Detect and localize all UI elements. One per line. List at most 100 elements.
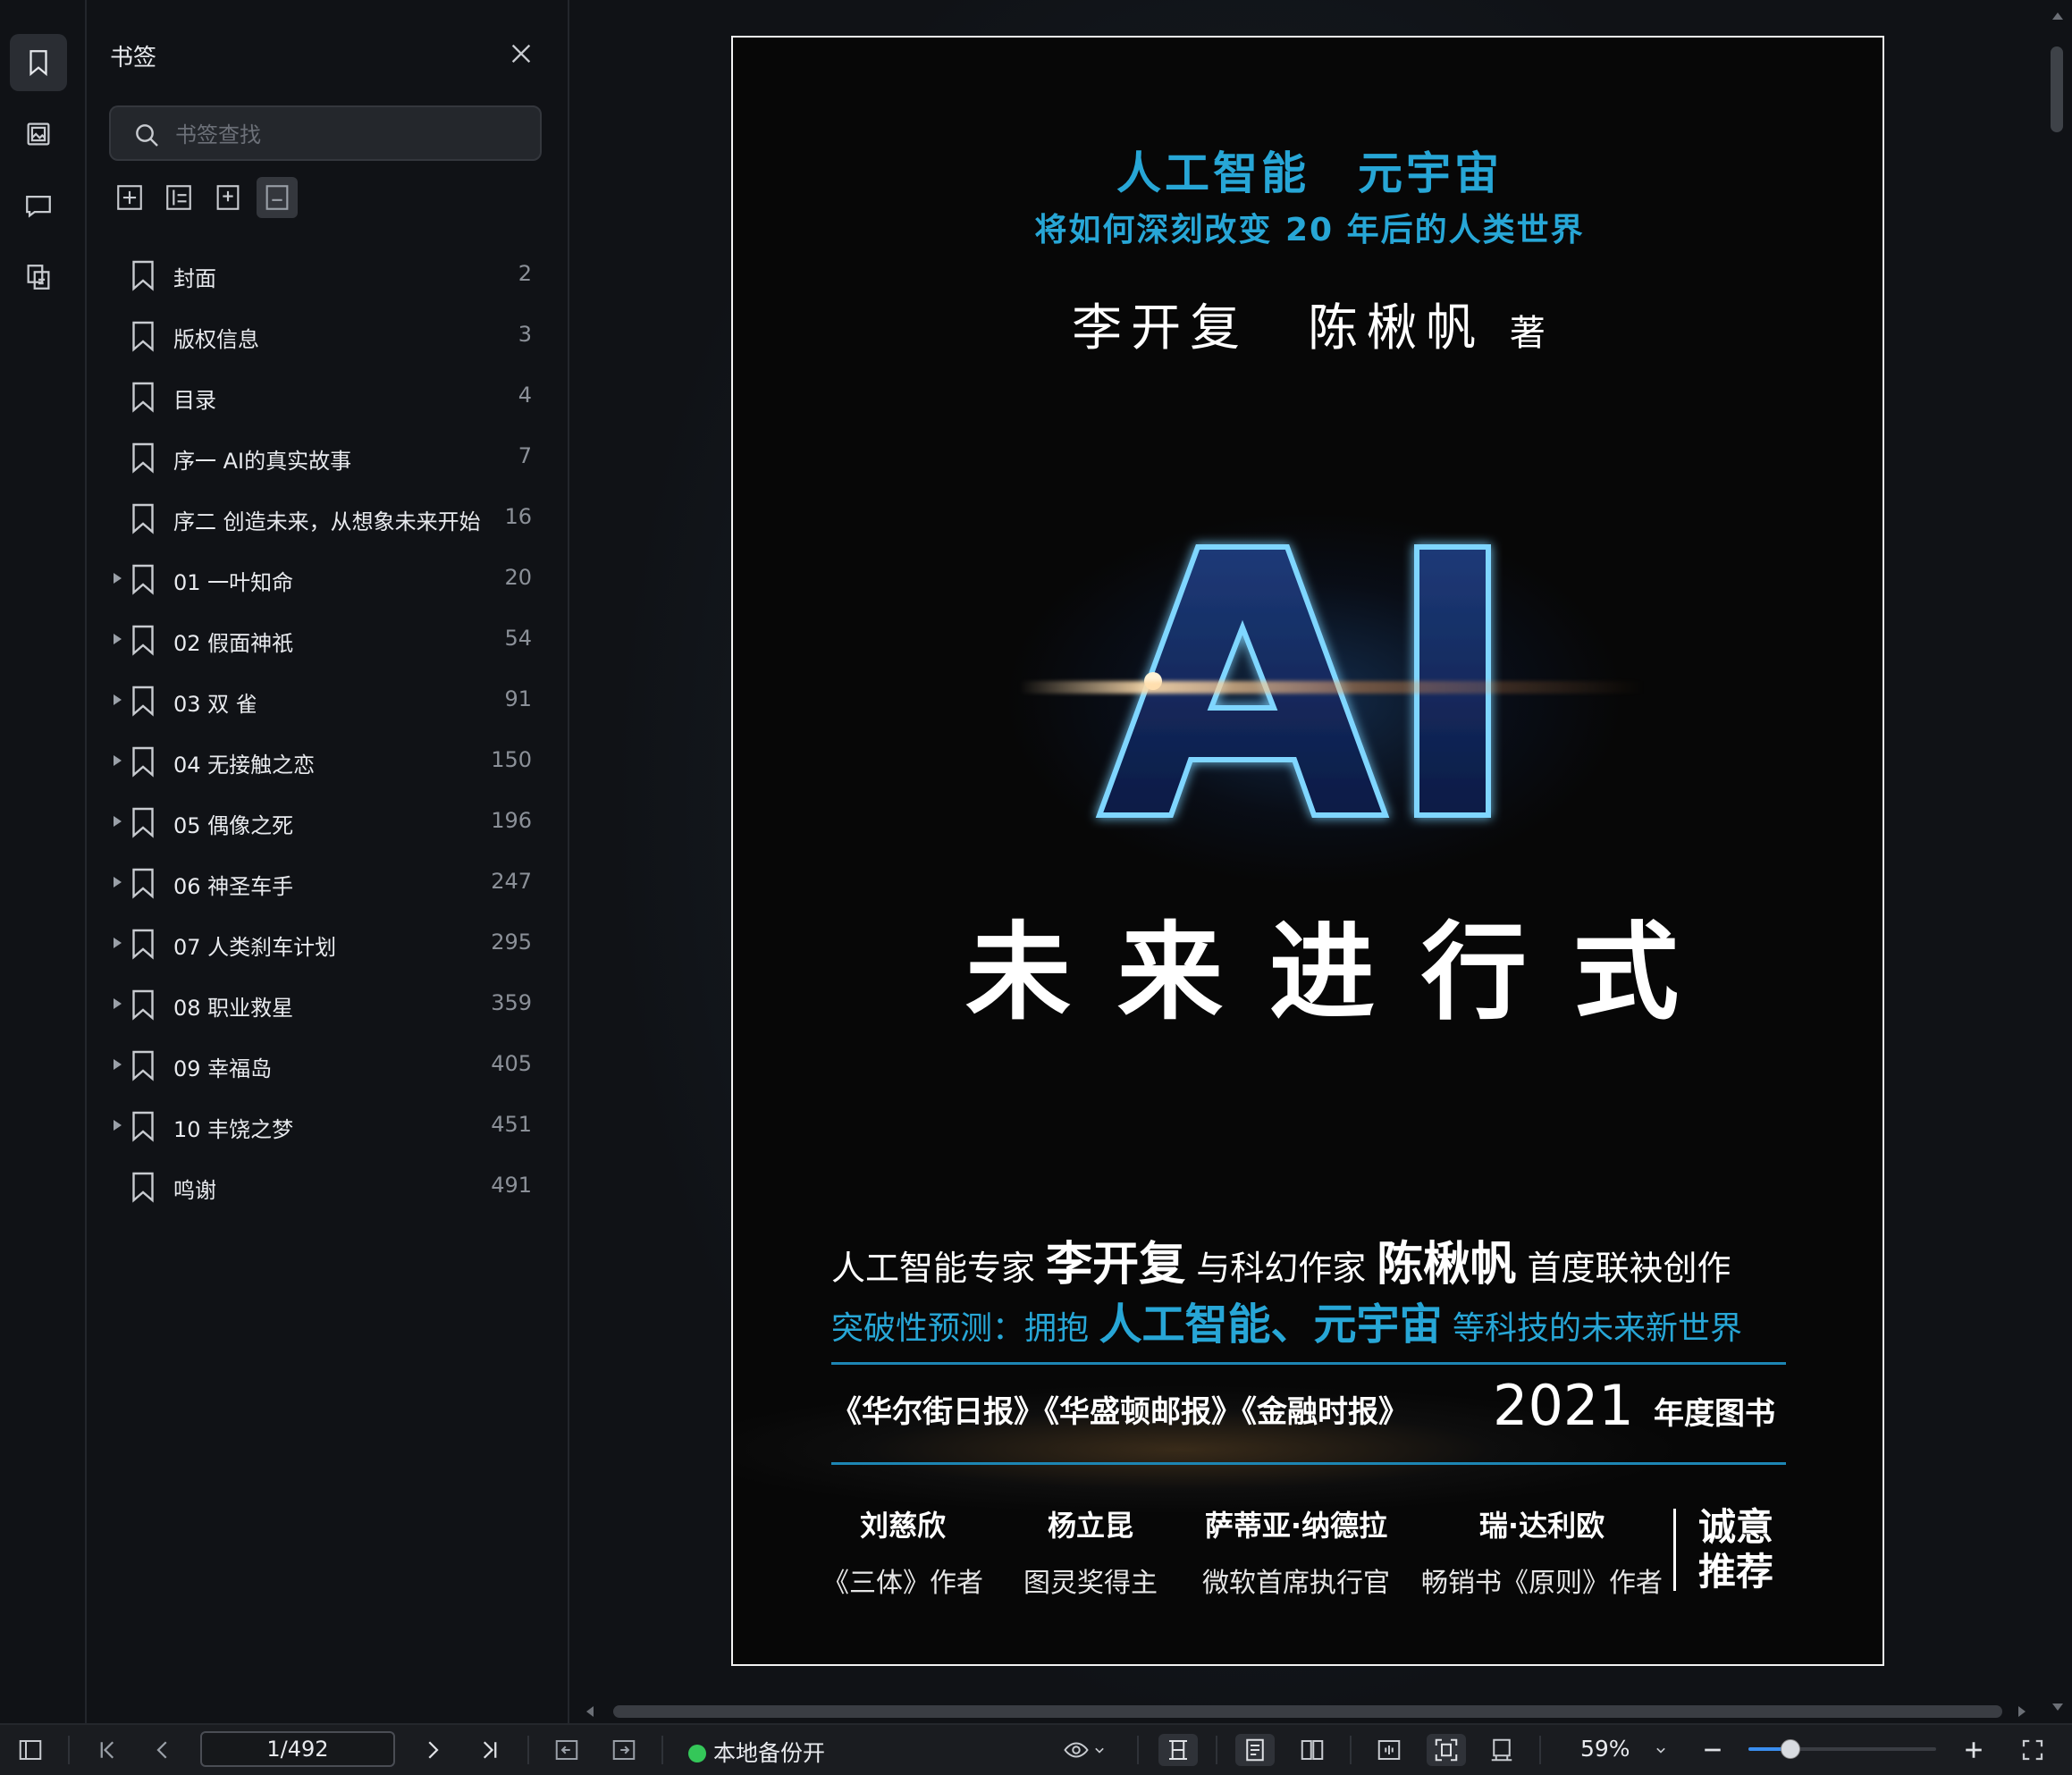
remove-bookmark-button[interactable] [257,177,298,218]
bookmark-label: 02 假面神祇 [173,631,294,656]
bookmark-page-number: 150 [491,747,532,772]
expand-arrow-icon[interactable] [114,755,122,766]
tagline-1-d: 陈楸帆 [1377,1238,1517,1291]
cover-line2: 将如何深刻改变 20 年后的人类世界 [1034,212,1585,248]
expand-arrow-icon[interactable] [114,634,122,644]
bookmark-page-number: 405 [491,1051,532,1076]
previous-page-button[interactable] [147,1734,179,1766]
toggle-sidebar-button[interactable] [14,1734,46,1766]
bookmark-search [109,105,542,161]
add-child-bookmark-icon [166,185,191,210]
next-page-button[interactable] [417,1734,449,1766]
expand-arrow-icon[interactable] [114,694,122,705]
bookmark-page-number: 359 [491,990,532,1015]
horizontal-scrollbar[interactable] [613,1705,2002,1718]
expand-arrow-icon[interactable] [114,998,122,1009]
bookmark-icon [132,807,154,838]
recommender: 萨蒂亚·纳德拉 微软首席执行官 [1184,1503,1408,1600]
scroll-left-arrow[interactable] [586,1706,594,1717]
view-mode-dropdown[interactable] [1091,1734,1108,1766]
add-child-bookmark-button[interactable] [158,177,199,218]
single-page-icon [1246,1738,1264,1762]
go-back-button[interactable] [551,1734,583,1766]
actual-size-button[interactable] [1373,1734,1405,1766]
vertical-scrollbar[interactable] [2051,46,2063,132]
bookmark-icon [132,868,154,899]
separator [68,1736,70,1764]
local-backup-status[interactable]: 本地备份开 [688,1736,825,1768]
expand-arrow-icon[interactable] [114,816,122,827]
zoom-in-button[interactable] [1958,1734,1990,1766]
scroll-right-arrow[interactable] [2018,1706,2026,1717]
rotate-page-button[interactable] [1486,1734,1518,1766]
rail-thumbnails-button[interactable] [10,105,67,163]
fullscreen-button[interactable] [2017,1734,2049,1766]
rail-attachments-button[interactable] [10,248,67,306]
bookmark-page-number: 451 [491,1112,532,1137]
rail-bookmarks-button[interactable] [10,34,67,91]
bookmark-icon [132,564,154,595]
bookmark-page-number: 491 [491,1173,532,1198]
recommender-desc: 畅销书《原则》作者 [1421,1568,1663,1599]
bookmark-item[interactable]: 09 幸福岛 405 [87,1035,568,1096]
bookmark-item[interactable]: 05 偶像之死 196 [87,792,568,853]
fit-page-button[interactable] [1427,1734,1466,1766]
page-number-input[interactable]: 1/492 [200,1731,395,1767]
zoom-out-button[interactable] [1697,1734,1729,1766]
expand-arrow-icon[interactable] [114,1059,122,1070]
bookmark-item[interactable]: 版权信息 3 [87,306,568,366]
bookmark-icon [132,625,154,656]
separator [1137,1736,1139,1764]
expand-arrow-icon[interactable] [114,573,122,584]
rail-comments-button[interactable] [10,177,67,234]
insert-bookmark-button[interactable] [207,177,248,218]
scroll-up-arrow[interactable] [2052,13,2063,20]
minus-icon [1705,1748,1721,1752]
last-page-button[interactable] [474,1734,506,1766]
bookmark-item[interactable]: 01 一叶知命 20 [87,549,568,610]
bookmark-search-input[interactable] [173,116,535,154]
recommender-name: 刘慈欣 [859,1509,946,1543]
bookmark-item[interactable]: 序二 创造未来，从想象未来开始 16 [87,488,568,549]
bookmark-icon [132,382,154,413]
expand-arrow-icon[interactable] [114,877,122,888]
bookmark-item[interactable]: 06 神圣车手 247 [87,853,568,913]
bookmark-item[interactable]: 10 丰饶之梦 451 [87,1096,568,1157]
two-page-button[interactable] [1296,1734,1328,1766]
scroll-down-arrow[interactable] [2052,1703,2063,1711]
expand-arrow-icon[interactable] [114,1120,122,1131]
bookmark-item[interactable]: 03 双 雀 91 [87,670,568,731]
bookmark-item[interactable]: 08 职业救星 359 [87,974,568,1035]
bookmark-label: 03 双 雀 [173,692,257,717]
zoom-slider-knob[interactable] [1781,1739,1801,1759]
fit-width-button[interactable] [1158,1734,1198,1766]
single-page-button[interactable] [1235,1734,1275,1766]
bookmark-label: 序二 创造未来，从想象未来开始 [173,509,481,534]
cover-book-of-year: 年度图书 [1654,1396,1775,1432]
bookmark-item[interactable]: 鸣谢 491 [87,1157,568,1217]
bookmark-label: 封面 [173,266,216,291]
zoom-level[interactable]: 59% [1580,1736,1630,1762]
bookmark-icon [132,442,154,474]
go-forward-button[interactable] [608,1734,640,1766]
authors-suffix: 著 [1509,313,1547,354]
zoom-slider[interactable] [1748,1739,1936,1759]
cover-main-title: 未来进行式 [964,911,1725,1034]
document-page: 人工智能 元宇宙 将如何深刻改变 20 年后的人类世界 李开复 陈楸帆 著 AI… [731,36,1884,1666]
add-bookmark-button[interactable] [109,177,150,218]
bookmark-item[interactable]: 02 假面神祇 54 [87,610,568,670]
bookmark-item[interactable]: 04 无接触之恋 150 [87,731,568,792]
bookmark-page-number: 3 [518,322,532,347]
bookmark-item[interactable]: 07 人类刹车计划 295 [87,913,568,974]
bookmark-item[interactable]: 序一 AI的真实故事 7 [87,427,568,488]
close-icon[interactable] [507,39,535,68]
tagline-2-b: 人工智能、元宇宙 [1099,1300,1443,1350]
first-page-button[interactable] [91,1734,123,1766]
bookmark-item[interactable]: 封面 2 [87,245,568,306]
recommender-name: 萨蒂亚·纳德拉 [1204,1509,1388,1543]
bookmark-page-number: 54 [504,626,532,651]
zoom-dropdown[interactable] [1652,1734,1670,1766]
bookmark-item[interactable]: 目录 4 [87,366,568,427]
view-mode-button[interactable] [1060,1734,1092,1766]
expand-arrow-icon[interactable] [114,938,122,948]
